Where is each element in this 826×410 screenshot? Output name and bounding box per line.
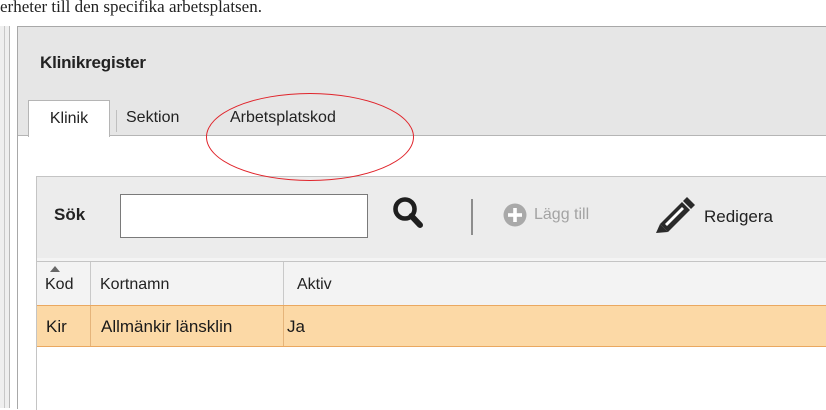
column-header-kod-label: Kod (45, 276, 74, 293)
tab-sektion[interactable]: Sektion (126, 100, 179, 136)
search-button[interactable] (391, 193, 425, 233)
pencil-icon (656, 197, 695, 233)
tab-divider (116, 110, 117, 132)
tab-arbetsplatskod[interactable]: Arbetsplatskod (230, 100, 336, 136)
edit-button[interactable]: Redigera (653, 193, 826, 237)
parent-window-edge (0, 26, 10, 408)
add-button[interactable]: Lägg till (503, 195, 643, 235)
column-header-aktiv-label: Aktiv (297, 276, 332, 293)
window-title: Klinikregister (40, 53, 146, 72)
parent-window-edge-line (4, 26, 5, 408)
klinik-grid: Kod Kortnamn Aktiv Kir Allmänkir länskli… (36, 261, 826, 410)
sort-ascending-icon (50, 266, 60, 272)
search-input[interactable] (120, 194, 368, 238)
cell-kortnamn: Allmänkir länsklin (91, 306, 284, 346)
search-label: Sök (54, 205, 86, 224)
search-toolbar: Sök Lägg till Redigera (37, 177, 826, 258)
cell-kod: Kir (37, 306, 91, 346)
cell-aktiv: Ja (284, 306, 826, 346)
tab-klinik[interactable]: Klinik (28, 100, 110, 137)
grid-header: Kod Kortnamn Aktiv (37, 262, 826, 305)
magnifier-icon (393, 197, 423, 228)
tab-strip: Klinik Sektion Arbetsplatskod (18, 92, 826, 137)
toolbar-separator (471, 199, 473, 235)
tab-content-klinik: Sök Lägg till Redigera Kod Kortnamn Akti… (18, 136, 826, 410)
klinikregister-window: Klinikregister Klinik Sektion Arbetsplat… (17, 26, 826, 410)
plus-circle-icon (503, 203, 527, 227)
cell-aktiv-text: Ja (287, 317, 305, 336)
window-titlebar: Klinikregister (18, 27, 826, 92)
table-row[interactable]: Kir Allmänkir länsklin Ja (37, 305, 826, 347)
column-header-kortnamn-label: Kortnamn (100, 276, 170, 293)
column-header-aktiv[interactable]: Aktiv (284, 262, 826, 305)
column-header-kortnamn[interactable]: Kortnamn (91, 262, 284, 305)
document-caption-text: erheter till den specifika arbetsplatsen… (0, 0, 262, 16)
edit-button-label: Redigera (704, 207, 773, 226)
column-header-kod[interactable]: Kod (37, 262, 91, 305)
cell-kod-text: Kir (46, 317, 67, 336)
cell-kortnamn-text: Allmänkir länsklin (101, 317, 233, 336)
add-button-label: Lägg till (534, 206, 590, 223)
